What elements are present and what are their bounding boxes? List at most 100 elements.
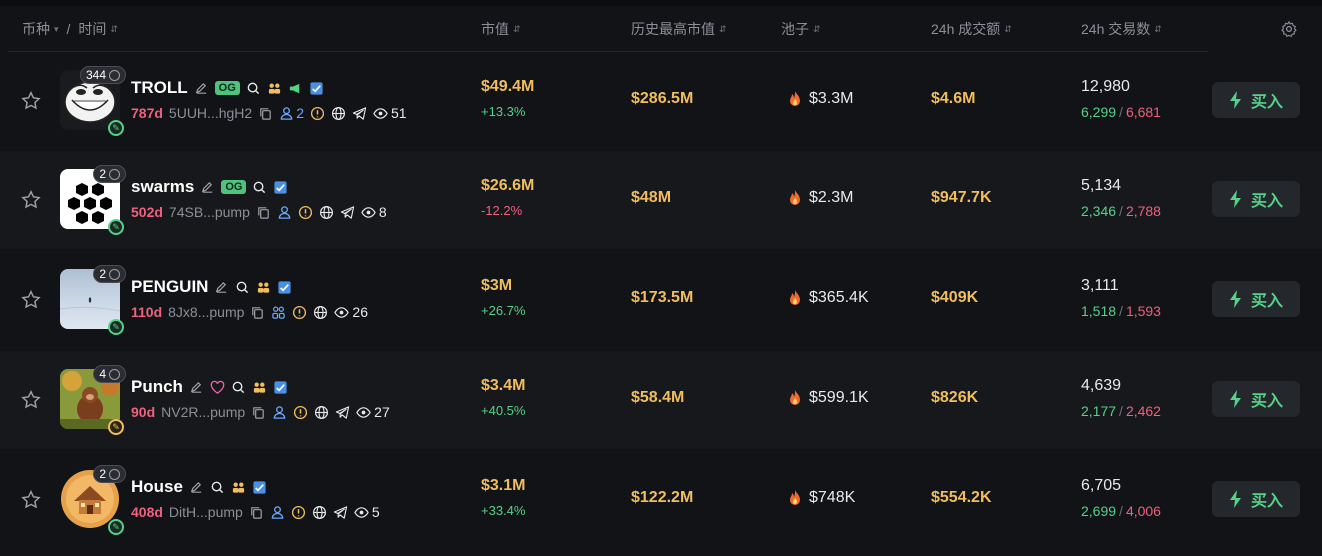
views-count: 8	[361, 204, 387, 220]
buy-button[interactable]: 买入	[1212, 281, 1300, 317]
website-globe-icon[interactable]	[319, 205, 334, 220]
token-address[interactable]: NV2R...pump	[161, 404, 245, 420]
txns-header[interactable]: 24h 交易数 ⇵	[1081, 8, 1162, 50]
heart-icon[interactable]	[210, 380, 225, 395]
token-avatar[interactable]: 4 ✎	[60, 365, 126, 435]
star-icon[interactable]	[20, 489, 42, 511]
warning-icon[interactable]	[298, 205, 313, 220]
copy-icon[interactable]	[251, 405, 266, 420]
sort-icon[interactable]: ⇵	[1004, 24, 1012, 34]
star-icon[interactable]	[20, 389, 42, 411]
coin-time-header[interactable]: 币种 ▾ / 时间 ⇵	[22, 8, 118, 50]
token-name[interactable]: Punch	[131, 377, 183, 397]
token-address[interactable]: DitH...pump	[169, 504, 243, 520]
ath-header-label[interactable]: 历史最高市值	[631, 19, 715, 39]
token-avatar[interactable]: 2 ✎	[60, 265, 126, 335]
star-icon[interactable]	[20, 90, 42, 112]
edit-icon[interactable]	[194, 81, 209, 96]
pool-value: $748K	[809, 489, 856, 506]
edit-icon[interactable]	[200, 180, 215, 195]
table-row[interactable]: 4 ✎ Punch 90d NV2R...pump 27 $3.4M +40.5…	[0, 351, 1322, 449]
copy-icon[interactable]	[256, 205, 271, 220]
search-icon[interactable]	[252, 180, 267, 195]
verified-icon[interactable]	[277, 280, 292, 295]
copy-icon[interactable]	[258, 106, 273, 121]
verified-icon[interactable]	[273, 380, 288, 395]
settings-gear-icon[interactable]	[1280, 20, 1298, 38]
edit-icon[interactable]	[189, 380, 204, 395]
team-icon[interactable]	[256, 280, 271, 295]
team-icon[interactable]	[231, 480, 246, 495]
pool-header-label[interactable]: 池子	[781, 19, 809, 39]
user-icon[interactable]	[277, 205, 292, 220]
sort-icon[interactable]: ⇵	[719, 24, 727, 34]
mcap-header-label[interactable]: 市值	[481, 19, 509, 39]
eye-icon	[334, 306, 350, 318]
verified-icon[interactable]	[273, 180, 288, 195]
star-icon[interactable]	[20, 289, 42, 311]
ath-header[interactable]: 历史最高市值 ⇵	[631, 8, 727, 50]
telegram-icon[interactable]	[333, 505, 348, 520]
sort-icon[interactable]: ⇵	[110, 24, 118, 34]
team-icon[interactable]	[267, 81, 282, 96]
team-icon[interactable]	[252, 380, 267, 395]
telegram-icon[interactable]	[352, 106, 367, 121]
token-avatar[interactable]: 2 ✎	[60, 165, 126, 235]
user-icon[interactable]	[272, 405, 287, 420]
search-icon[interactable]	[246, 81, 261, 96]
vol-header-label[interactable]: 24h 成交额	[931, 19, 1000, 39]
buy-button[interactable]: 买入	[1212, 381, 1300, 417]
copy-icon[interactable]	[250, 305, 265, 320]
warning-icon[interactable]	[293, 405, 308, 420]
token-name[interactable]: TROLL	[131, 78, 188, 98]
token-name[interactable]: House	[131, 477, 183, 497]
token-avatar[interactable]: 344 ✎	[60, 66, 126, 136]
warning-icon[interactable]	[310, 106, 325, 121]
table-row[interactable]: 2 ✎ swarms OG 502d 74SB...pump 8 $26.6M …	[0, 151, 1322, 249]
edit-icon[interactable]	[214, 280, 229, 295]
sort-icon[interactable]: ⇵	[813, 24, 821, 34]
time-header-label[interactable]: 时间	[78, 19, 106, 39]
sort-icon[interactable]: ⇵	[1154, 24, 1162, 34]
token-address[interactable]: 5UUH...hgH2	[169, 105, 252, 121]
token-name[interactable]: PENGUIN	[131, 277, 208, 297]
user-icon[interactable]	[270, 505, 285, 520]
pool-liquidity: $599.1K	[787, 389, 869, 407]
holders-count[interactable]: 2	[279, 105, 304, 121]
website-globe-icon[interactable]	[331, 106, 346, 121]
txns-header-label[interactable]: 24h 交易数	[1081, 19, 1150, 39]
search-icon[interactable]	[231, 380, 246, 395]
token-avatar[interactable]: 2 ✎	[60, 465, 126, 535]
token-name[interactable]: swarms	[131, 177, 194, 197]
search-icon[interactable]	[235, 280, 250, 295]
pool-header[interactable]: 池子 ⇵	[781, 8, 821, 50]
sort-icon[interactable]: ⇵	[513, 24, 521, 34]
table-row[interactable]: 2 ✎ PENGUIN 110d 8Jx8...pump 26 $3M +26.…	[0, 251, 1322, 349]
coin-header-label[interactable]: 币种	[22, 19, 50, 39]
website-globe-icon[interactable]	[314, 405, 329, 420]
search-icon[interactable]	[210, 480, 225, 495]
verified-icon[interactable]	[309, 81, 324, 96]
warning-icon[interactable]	[292, 305, 307, 320]
megaphone-icon[interactable]	[288, 81, 303, 96]
vol-header[interactable]: 24h 成交额 ⇵	[931, 8, 1012, 50]
buy-button[interactable]: 买入	[1212, 481, 1300, 517]
warning-icon[interactable]	[291, 505, 306, 520]
buy-button[interactable]: 买入	[1212, 181, 1300, 217]
price-change: +13.3%	[481, 104, 526, 119]
telegram-icon[interactable]	[340, 205, 355, 220]
table-row[interactable]: 344 ✎ TROLL OG 787d 5UUH...hgH2 2 51 $49…	[0, 52, 1322, 150]
website-globe-icon[interactable]	[313, 305, 328, 320]
verified-icon[interactable]	[252, 480, 267, 495]
token-address[interactable]: 8Jx8...pump	[168, 304, 244, 320]
copy-icon[interactable]	[249, 505, 264, 520]
telegram-icon[interactable]	[335, 405, 350, 420]
website-globe-icon[interactable]	[312, 505, 327, 520]
mcap-header[interactable]: 市值 ⇵	[481, 8, 521, 50]
token-address[interactable]: 74SB...pump	[169, 204, 250, 220]
buy-button[interactable]: 买入	[1212, 82, 1300, 118]
table-row[interactable]: 2 ✎ House 408d DitH...pump 5 $3.1M +33.4…	[0, 451, 1322, 549]
users-group-icon[interactable]	[271, 305, 286, 320]
edit-icon[interactable]	[189, 480, 204, 495]
star-icon[interactable]	[20, 189, 42, 211]
